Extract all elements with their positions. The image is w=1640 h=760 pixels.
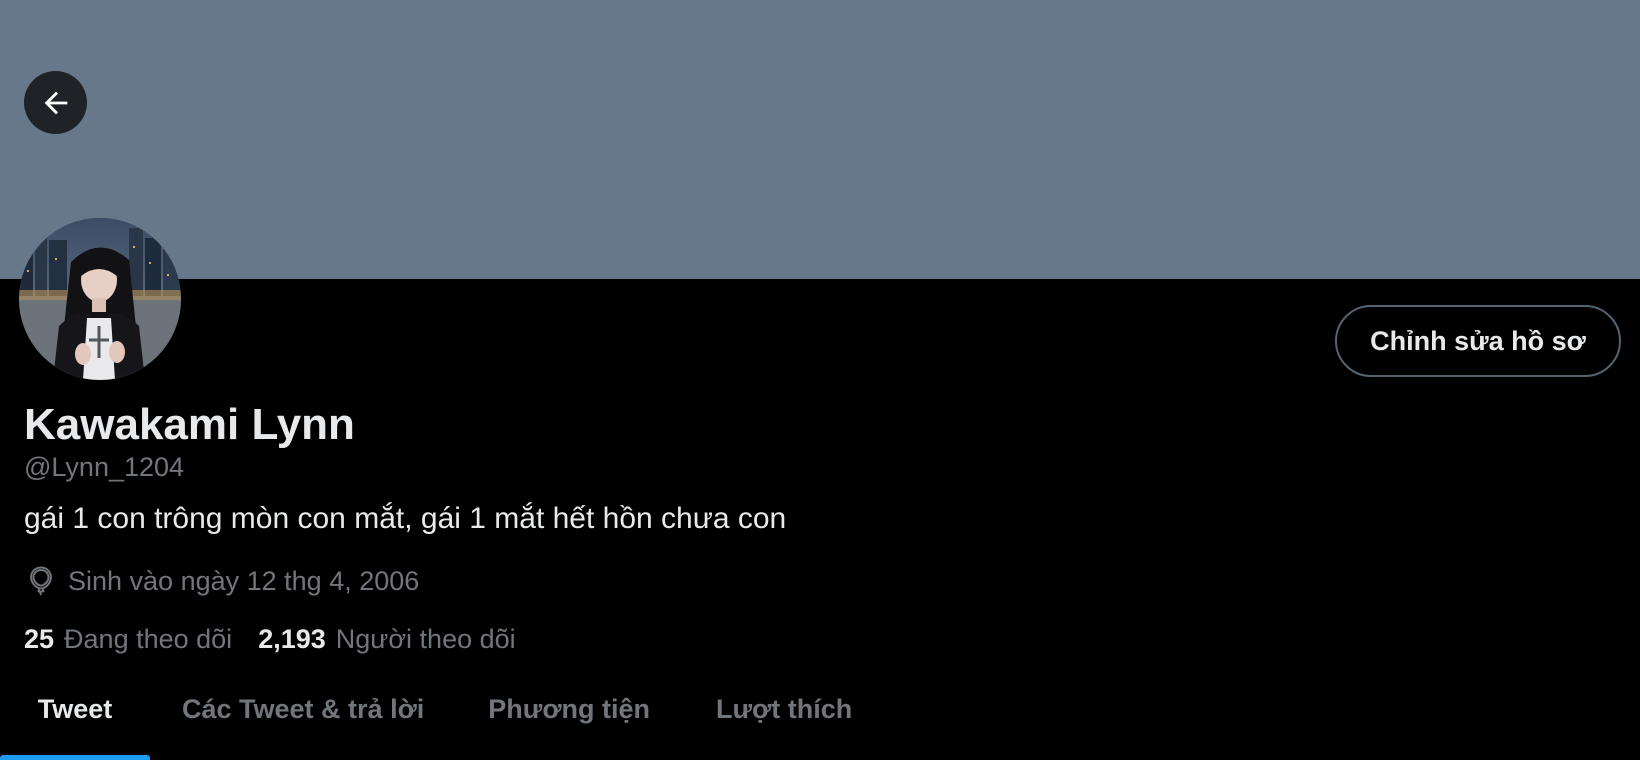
avatar[interactable]: [19, 218, 181, 380]
profile-bio: gái 1 con trông mòn con mắt, gái 1 mắt h…: [24, 502, 787, 535]
tab-label: Các Tweet & trả lời: [182, 694, 425, 724]
following-count: 25: [24, 623, 55, 654]
followers-link[interactable]: 2,193 Người theo dõi: [258, 624, 515, 655]
back-button[interactable]: [24, 71, 87, 134]
birth-date-text: Sinh vào ngày 12 thg 4, 2006: [68, 565, 420, 596]
followers-count: 2,193: [258, 623, 326, 654]
profile-page: Chỉnh sửa hồ sơ Kawakami Lynn @Lynn_1204…: [0, 0, 1640, 760]
tab-label: Lượt thích: [716, 694, 853, 724]
tab-label: Phương tiện: [488, 694, 651, 724]
tab-tweets[interactable]: Tweet: [0, 680, 150, 760]
active-tab-indicator: [0, 755, 150, 760]
profile-banner: [0, 0, 1640, 279]
user-handle: @Lynn_1204: [24, 452, 185, 482]
balloon-icon: [30, 566, 52, 596]
following-link[interactable]: 25 Đang theo dõi: [24, 624, 232, 655]
profile-tabs: Tweet Các Tweet & trả lời Phương tiện Lư…: [0, 680, 1640, 760]
followers-label: Người theo dõi: [335, 623, 516, 654]
following-label: Đang theo dõi: [64, 623, 233, 654]
tab-media[interactable]: Phương tiện: [488, 680, 650, 760]
edit-profile-button[interactable]: Chỉnh sửa hồ sơ: [1335, 305, 1621, 377]
tab-likes[interactable]: Lượt thích: [716, 680, 852, 760]
birth-date-row: Sinh vào ngày 12 thg 4, 2006: [24, 562, 419, 600]
tab-label: Tweet: [37, 694, 113, 724]
display-name: Kawakami Lynn: [24, 400, 355, 449]
arrow-left-icon: [44, 91, 67, 114]
avatar-photo: [19, 218, 181, 380]
follow-stats: 25 Đang theo dõi 2,193 Người theo dõi: [24, 620, 516, 658]
tab-tweets-and-replies[interactable]: Các Tweet & trả lời: [182, 680, 424, 760]
